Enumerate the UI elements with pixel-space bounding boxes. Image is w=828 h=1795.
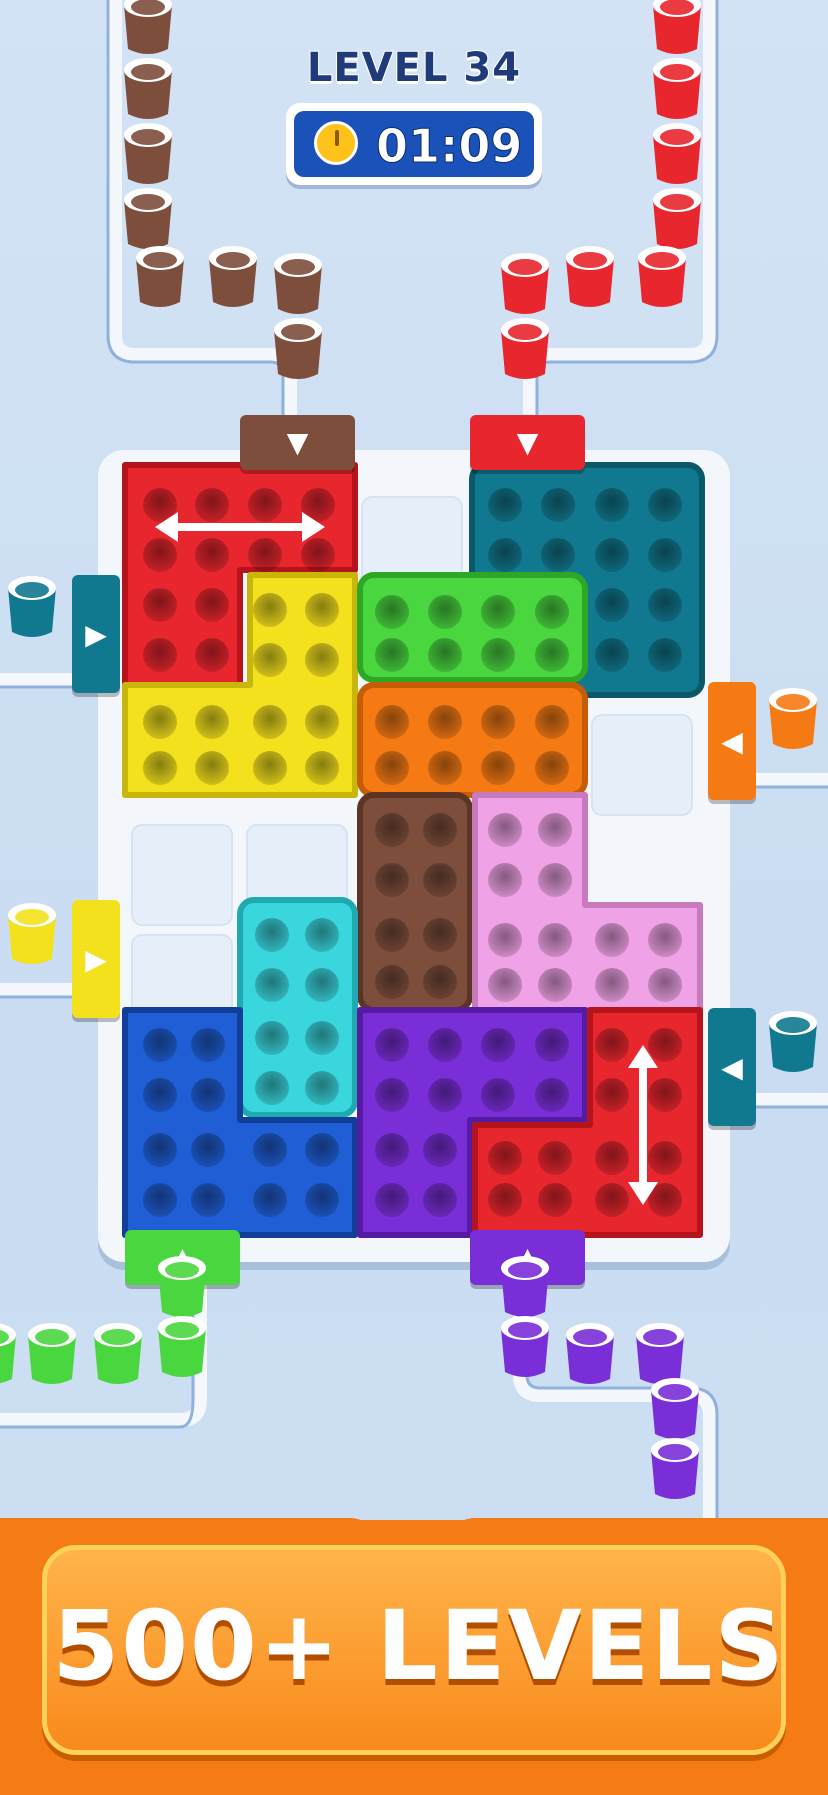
cup-queue-green xyxy=(0,1256,206,1384)
banner-text: 500+ LEVELS xyxy=(52,1590,786,1702)
promo-banner: 500+ LEVELS xyxy=(42,1545,786,1755)
cup-queue-teal-right xyxy=(769,1011,817,1072)
cup-queue-purple xyxy=(501,1256,699,1499)
cup-queue-orange xyxy=(769,688,817,749)
cup-queue-yellow xyxy=(8,903,56,964)
cup-queue-red xyxy=(501,0,701,379)
cup-queue-brown xyxy=(124,0,322,379)
cup-queue-teal-left xyxy=(8,576,56,637)
